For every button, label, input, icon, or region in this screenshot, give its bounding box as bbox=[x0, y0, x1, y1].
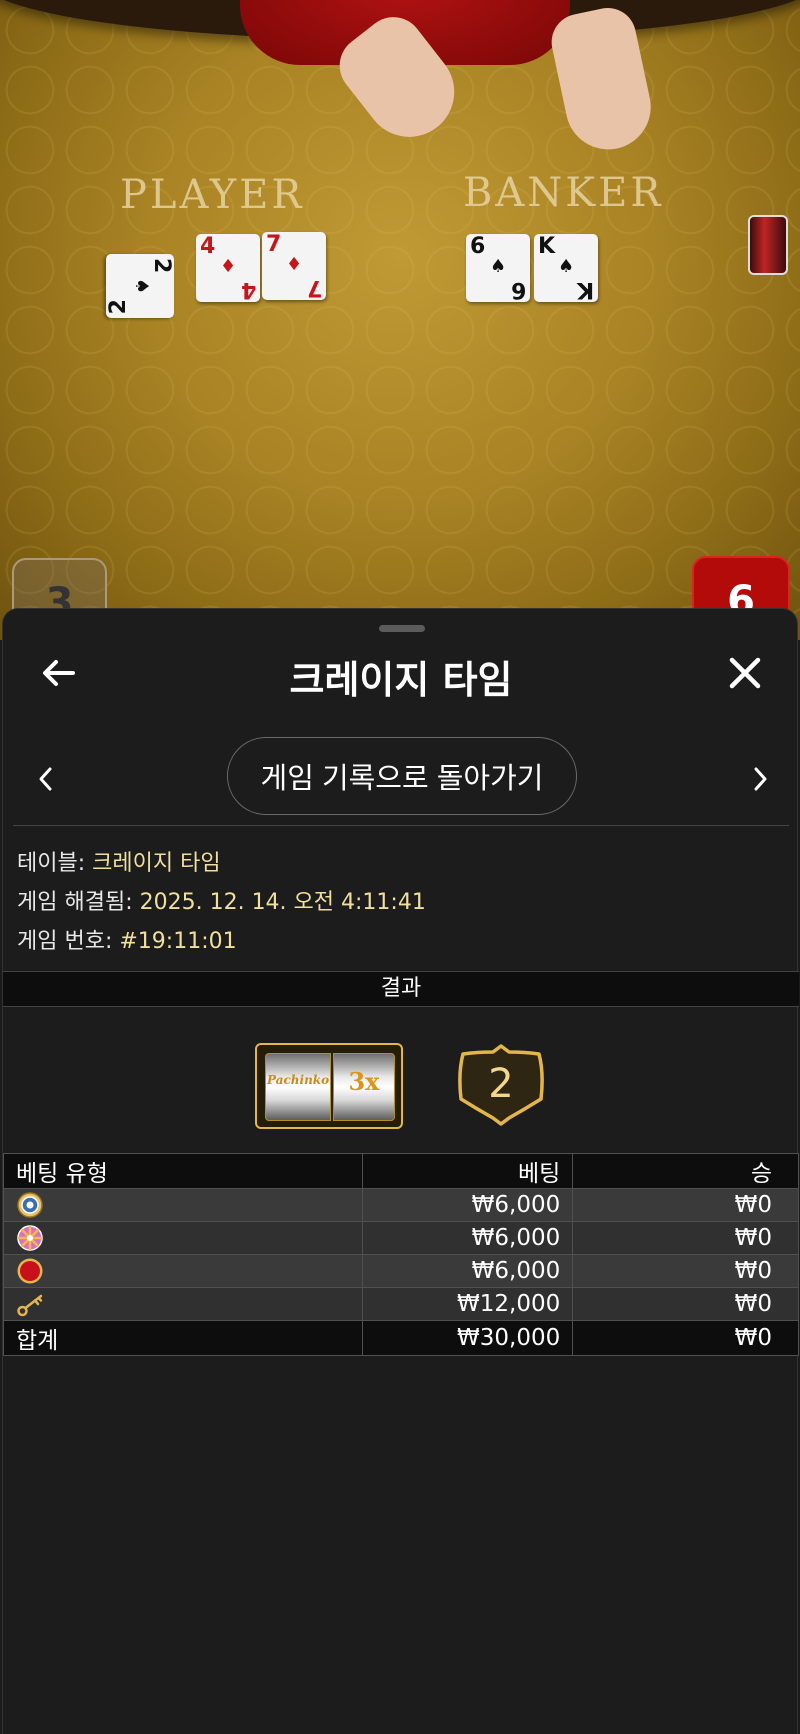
result-header: 결과 bbox=[3, 971, 799, 1007]
game-number-value: #19:11:01 bbox=[119, 929, 237, 954]
game-video: PLAYER BANKER 2 ♠ 2 4 ♦ 4 7 ♦ 7 6 ♠ 6 K … bbox=[0, 0, 800, 640]
table-value: 크레이지 타임 bbox=[92, 851, 221, 876]
table-info: 테이블: 크레이지 타임 bbox=[17, 845, 221, 877]
bet-amount: ₩12,000 bbox=[362, 1287, 574, 1321]
pachinko-icon bbox=[17, 1225, 43, 1251]
win-amount: ₩0 bbox=[572, 1254, 799, 1288]
total-bet: ₩30,000 bbox=[362, 1320, 574, 1356]
resolved-label: 게임 해결됨: bbox=[17, 890, 133, 915]
bet-amount: ₩6,000 bbox=[362, 1254, 574, 1288]
bet-amount: ₩6,000 bbox=[362, 1188, 574, 1222]
table-row: ₩6,000 ₩0 bbox=[2, 1188, 799, 1222]
chevron-left-icon bbox=[39, 767, 52, 791]
coin-flip-icon bbox=[17, 1192, 43, 1218]
table-header-row: 베팅 유형 베팅 승 bbox=[2, 1153, 799, 1189]
banker-card-2: K ♠ K bbox=[534, 234, 598, 302]
table-row: ₩6,000 ₩0 bbox=[2, 1254, 799, 1288]
cash-hunt-icon bbox=[17, 1258, 43, 1284]
bet-amount: ₩6,000 bbox=[362, 1221, 574, 1255]
sheet-title: 크레이지 타임 bbox=[289, 658, 513, 702]
bets-table: 베팅 유형 베팅 승 ₩6,000 ₩0 ₩6,000 ₩0 ₩6,000 ₩0… bbox=[2, 1153, 799, 1356]
top-slot-result: Pachinko 3x bbox=[255, 1043, 403, 1129]
resolved-value: 2025. 12. 14. 오전 4:11:41 bbox=[139, 890, 426, 915]
slot-reel-left bbox=[265, 1053, 331, 1121]
table-label: 테이블: bbox=[17, 851, 86, 876]
key-icon bbox=[17, 1294, 43, 1317]
game-number-info: 게임 번호: #19:11:01 bbox=[17, 923, 237, 955]
banker-zone-label: BANKER bbox=[463, 170, 664, 216]
chevron-right-icon bbox=[754, 767, 767, 791]
slot-multiplier: 3x bbox=[348, 1067, 380, 1096]
sheet-drag-handle[interactable] bbox=[379, 625, 425, 632]
close-icon bbox=[729, 657, 761, 689]
col-bet-type: 베팅 유형 bbox=[2, 1153, 364, 1189]
win-amount: ₩0 bbox=[572, 1287, 799, 1321]
return-to-history-button[interactable]: 게임 기록으로 돌아가기 bbox=[227, 737, 577, 815]
next-game-button[interactable] bbox=[745, 761, 775, 797]
total-row: 합계 ₩30,000 ₩0 bbox=[2, 1320, 799, 1356]
chip-stack bbox=[748, 215, 788, 275]
close-button[interactable] bbox=[725, 653, 765, 693]
player-card-3: 7 ♦ 7 bbox=[262, 232, 326, 300]
col-bet: 베팅 bbox=[362, 1153, 574, 1189]
total-win: ₩0 bbox=[572, 1320, 799, 1356]
table-row: ₩6,000 ₩0 bbox=[2, 1221, 799, 1255]
banker-card-1: 6 ♠ 6 bbox=[466, 234, 530, 302]
slot-bonus-label: Pachinko bbox=[267, 1073, 330, 1087]
previous-game-button[interactable] bbox=[31, 761, 61, 797]
col-win: 승 bbox=[572, 1153, 799, 1189]
win-amount: ₩0 bbox=[572, 1188, 799, 1222]
total-label: 합계 bbox=[2, 1320, 364, 1356]
player-card-1: 2 ♠ 2 bbox=[106, 254, 174, 318]
wheel-segment-result: 2 bbox=[488, 1061, 514, 1107]
player-card-2: 4 ♦ 4 bbox=[196, 234, 260, 302]
back-button[interactable] bbox=[39, 653, 79, 693]
player-zone-label: PLAYER bbox=[120, 172, 305, 218]
game-number-label: 게임 번호: bbox=[17, 929, 113, 954]
game-detail-sheet: 크레이지 타임 게임 기록으로 돌아가기 테이블: 크레이지 타임 게임 해결됨… bbox=[2, 608, 799, 1734]
arrow-left-icon bbox=[43, 660, 75, 686]
win-amount: ₩0 bbox=[572, 1221, 799, 1255]
resolved-info: 게임 해결됨: 2025. 12. 14. 오전 4:11:41 bbox=[17, 884, 426, 916]
table-row: ₩12,000 ₩0 bbox=[2, 1287, 799, 1321]
divider bbox=[13, 825, 789, 826]
